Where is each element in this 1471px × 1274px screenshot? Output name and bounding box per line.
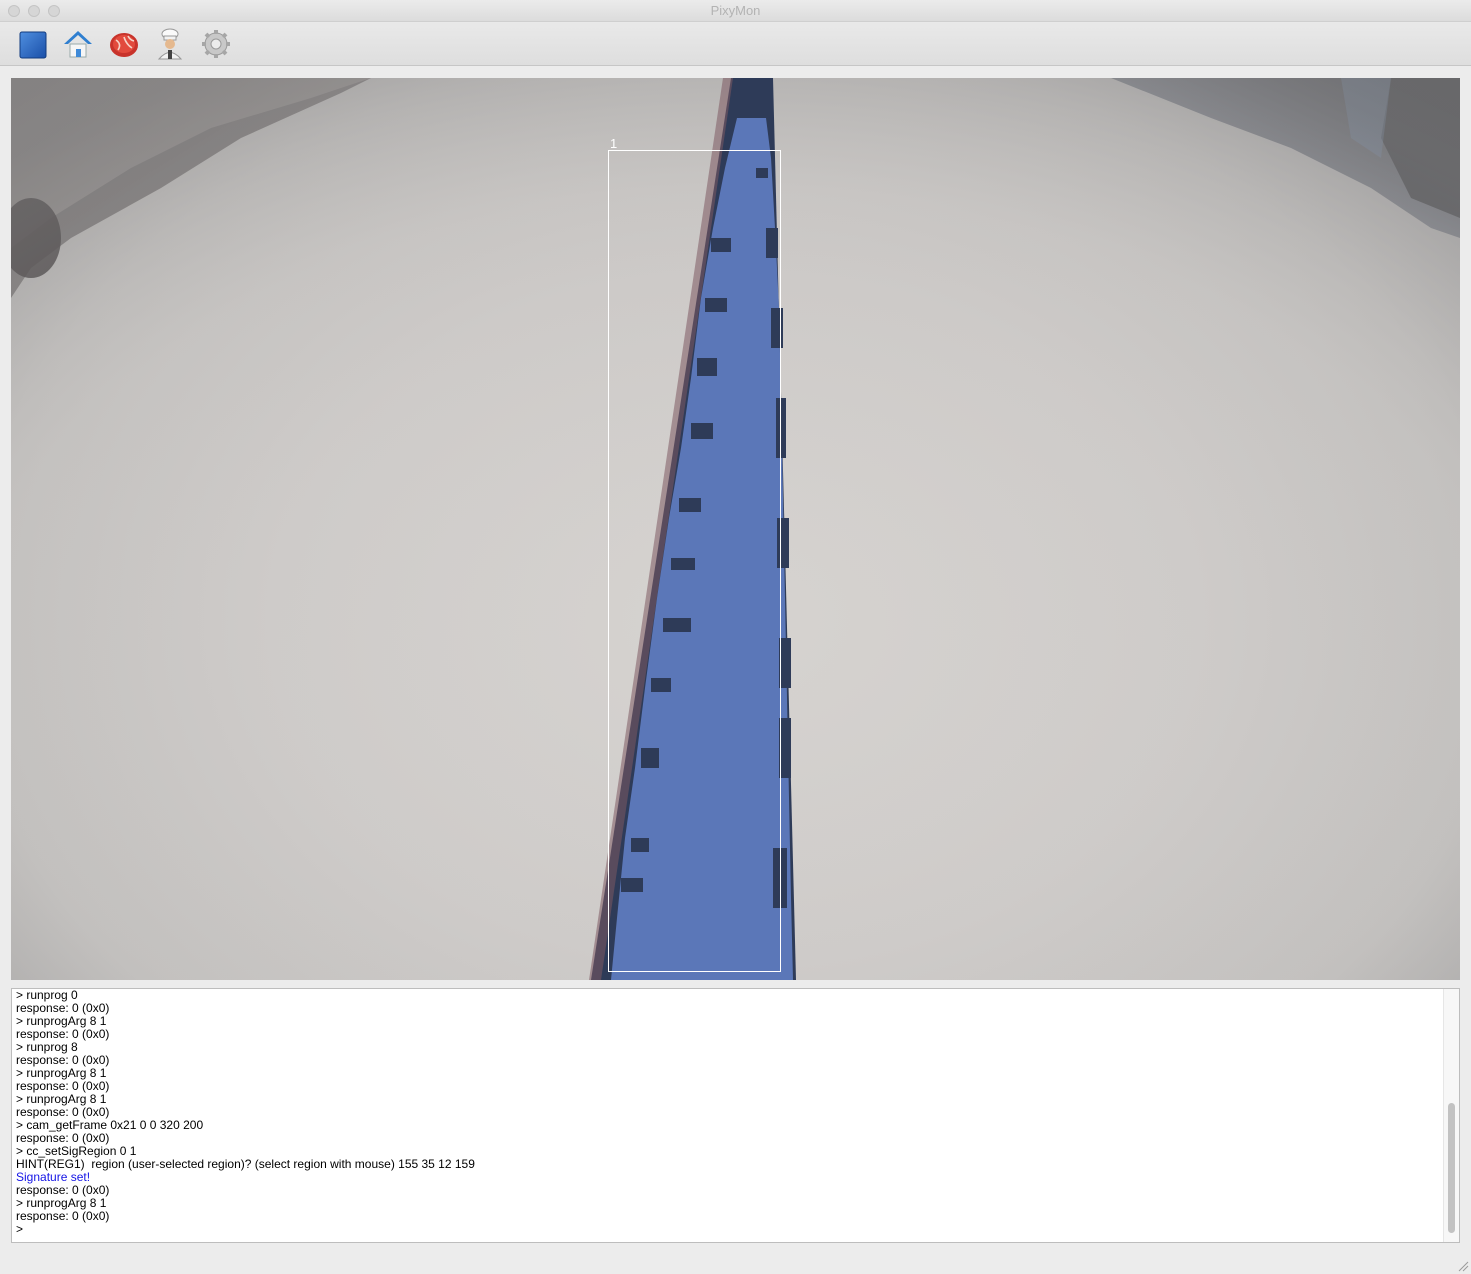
raw-video-button[interactable] bbox=[108, 28, 140, 60]
console-scrollbar[interactable] bbox=[1443, 989, 1459, 1242]
signature-region-label: 1 bbox=[610, 136, 618, 151]
command-console[interactable]: > runprog 0 response: 0 (0x0) > runprogArg… bbox=[11, 988, 1460, 1243]
home-icon bbox=[64, 31, 92, 58]
console-line: response: 0 (0x0) bbox=[16, 1105, 110, 1119]
console-line: response: 0 (0x0) bbox=[16, 1001, 110, 1015]
console-scroll-thumb[interactable] bbox=[1448, 1103, 1455, 1233]
console-line: response: 0 (0x0) bbox=[16, 1131, 110, 1145]
window-titlebar: PixyMon bbox=[0, 0, 1471, 22]
console-line: response: 0 (0x0) bbox=[16, 1027, 110, 1041]
gear-icon bbox=[202, 30, 230, 58]
console-line: > runprog 8 bbox=[16, 1040, 78, 1054]
console-line: > runprogArg 8 1 bbox=[16, 1196, 107, 1210]
console-line: > runprogArg 8 1 bbox=[16, 1092, 107, 1106]
console-line: > cam_getFrame 0x21 0 0 320 200 bbox=[16, 1118, 204, 1132]
blue-square-icon bbox=[19, 31, 47, 59]
console-output: > runprog 0 response: 0 (0x0) > runprogArg… bbox=[16, 989, 1439, 1236]
console-line: response: 0 (0x0) bbox=[16, 1209, 110, 1223]
console-line: Signature set! bbox=[16, 1170, 91, 1184]
camera-view[interactable]: 1 bbox=[11, 78, 1460, 980]
chef-button[interactable] bbox=[154, 28, 186, 60]
window-title: PixyMon bbox=[710, 3, 761, 18]
home-button[interactable] bbox=[62, 28, 94, 60]
signature-region-box[interactable] bbox=[608, 150, 781, 972]
resize-grip-icon[interactable] bbox=[1457, 1260, 1469, 1272]
console-line: response: 0 (0x0) bbox=[16, 1183, 110, 1197]
console-line: response: 0 (0x0) bbox=[16, 1053, 110, 1067]
console-line: response: 0 (0x0) bbox=[16, 1079, 110, 1093]
chef-icon bbox=[157, 28, 183, 60]
meat-icon bbox=[110, 33, 138, 57]
console-line: > bbox=[16, 1222, 24, 1236]
console-line: > runprogArg 8 1 bbox=[16, 1014, 107, 1028]
stop-button[interactable] bbox=[17, 28, 49, 60]
console-line: > runprogArg 8 1 bbox=[16, 1066, 107, 1080]
settings-button[interactable] bbox=[200, 28, 232, 60]
console-line: > runprog 0 bbox=[16, 988, 78, 1002]
toolbar bbox=[0, 22, 1471, 66]
console-line: HINT(REG1) region (user-selected region)… bbox=[16, 1157, 475, 1171]
